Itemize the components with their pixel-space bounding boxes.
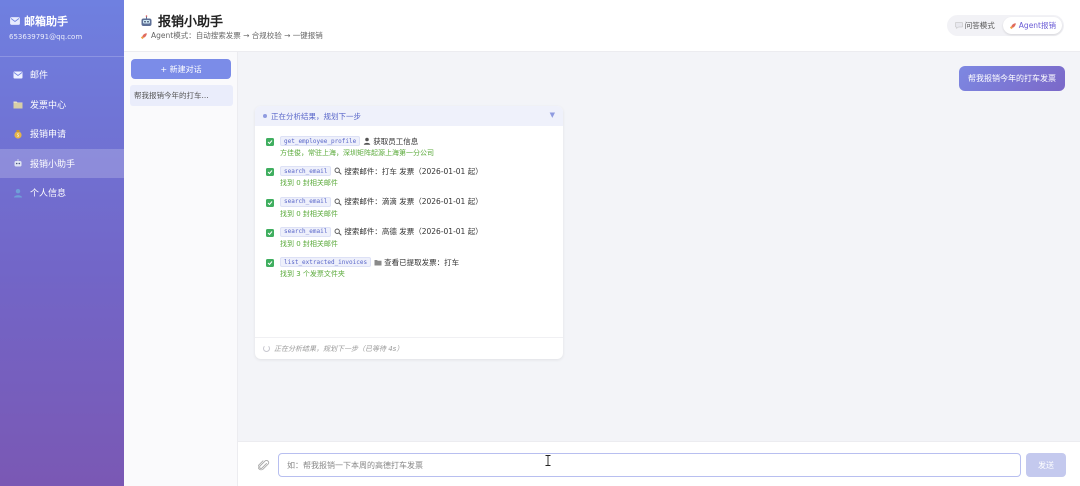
conversation-list: + 新建对话 帮我报销今年的打车... bbox=[124, 52, 238, 486]
sidebar-item-profile[interactable]: 个人信息 bbox=[0, 178, 124, 208]
tool-name-tag: search_email bbox=[280, 226, 332, 237]
robot-icon bbox=[12, 158, 23, 169]
page-subtitle-text: Agent模式：自动搜索发票 → 合规校验 → 一键报销 bbox=[151, 31, 323, 40]
input-bar: 发送 bbox=[238, 441, 1080, 486]
mode-toggle: 问答模式 Agent报销 bbox=[946, 15, 1064, 36]
brand: 邮箱助手 653639791@qq.com bbox=[0, 0, 124, 41]
agent-step: get_employee_profile 获取员工信息 方佳俊，常驻上海，深圳矩… bbox=[255, 135, 563, 165]
step-description: 查看已提取发票：打车 bbox=[374, 257, 459, 268]
chat-bubble-icon bbox=[955, 22, 963, 29]
tool-name-tag: list_extracted_invoices bbox=[280, 257, 372, 268]
agent-step: search_email 搜索邮件：滴滴 发票（2026-01-01 起） 找到… bbox=[255, 196, 563, 226]
step-description-text: 获取员工信息 bbox=[373, 136, 419, 146]
user-message: 帮我报销今年的打车发票 bbox=[959, 66, 1065, 91]
search-icon bbox=[334, 228, 343, 236]
paperclip-icon[interactable] bbox=[257, 460, 270, 472]
step-description: 获取员工信息 bbox=[363, 136, 418, 147]
qa-mode-label: 问答模式 bbox=[964, 21, 995, 30]
checkbox-checked-icon bbox=[266, 259, 274, 268]
rocket-icon bbox=[1009, 22, 1017, 30]
text-cursor-icon bbox=[545, 455, 551, 466]
user-icon bbox=[363, 137, 371, 145]
step-description-text: 搜索邮件：滴滴 发票（2026-01-01 起） bbox=[344, 197, 483, 207]
brand-title: 邮箱助手 bbox=[9, 13, 115, 29]
step-description-text: 搜索邮件：高德 发票（2026-01-01 起） bbox=[344, 227, 483, 237]
agent-waiting-text: 正在分析结果，规划下一步（已等待 4s） bbox=[274, 344, 404, 353]
sidebar-item-label: 邮件 bbox=[30, 71, 49, 82]
tool-name-tag: search_email bbox=[280, 196, 332, 207]
sidebar-nav: 邮件 发票中心 $ 报销申请 报销小助手 个人信息 bbox=[0, 60, 124, 208]
agent-card-footer: 正在分析结果，规划下一步（已等待 4s） bbox=[255, 337, 563, 359]
checkbox-checked-icon bbox=[266, 228, 274, 237]
step-description: 搜索邮件：滴滴 发票（2026-01-01 起） bbox=[334, 196, 483, 207]
sidebar-item-reimbursement[interactable]: $ 报销申请 bbox=[0, 119, 124, 149]
page-title-text: 报销小助手 bbox=[158, 15, 224, 30]
tool-name-tag: get_employee_profile bbox=[280, 136, 361, 146]
loading-spinner-icon bbox=[263, 345, 270, 352]
page-subtitle: Agent模式：自动搜索发票 → 合规校验 → 一键报销 bbox=[140, 30, 323, 41]
agent-progress-card: 正在分析结果，规划下一步 ▼ get_employee_profile 获取员工… bbox=[255, 106, 563, 359]
step-result: 找到 0 封相关邮件 bbox=[280, 179, 338, 188]
status-dot bbox=[263, 114, 267, 118]
money-bag-icon: $ bbox=[12, 128, 23, 139]
sidebar-item-label: 发票中心 bbox=[30, 100, 67, 111]
agent-step: list_extracted_invoices 查看已提取发票：打车 找到 3 … bbox=[255, 256, 563, 286]
folder-icon bbox=[12, 99, 23, 110]
brand-name: 邮箱助手 bbox=[24, 15, 68, 28]
chat-area: 帮我报销今年的打车发票 正在分析结果，规划下一步 ▼ get_employee_… bbox=[238, 52, 1080, 441]
search-icon bbox=[334, 198, 343, 206]
send-button[interactable]: 发送 bbox=[1026, 453, 1066, 477]
agent-step: search_email 搜索邮件：打车 发票（2026-01-01 起） 找到… bbox=[255, 165, 563, 195]
svg-text:$: $ bbox=[16, 132, 19, 137]
page-title: 报销小助手 bbox=[140, 11, 223, 30]
mail-icon bbox=[9, 16, 20, 27]
step-description: 搜索邮件：打车 发票（2026-01-01 起） bbox=[334, 166, 483, 177]
step-description-text: 搜索邮件：打车 发票（2026-01-01 起） bbox=[344, 166, 483, 176]
conversation-item[interactable]: 帮我报销今年的打车... bbox=[130, 85, 233, 106]
step-result: 找到 3 个发票文件夹 bbox=[280, 270, 345, 279]
step-result: 方佳俊，常驻上海，深圳矩阵起源上海第一分公司 bbox=[280, 149, 434, 157]
checkbox-checked-icon bbox=[266, 198, 274, 207]
collapse-caret-icon: ▼ bbox=[549, 111, 555, 119]
sidebar-item-mail[interactable]: 邮件 bbox=[0, 60, 124, 90]
checkbox-checked-icon bbox=[266, 168, 274, 177]
qa-mode-button[interactable]: 问答模式 bbox=[949, 17, 1001, 34]
checkbox-checked-icon bbox=[266, 138, 274, 146]
agent-mode-label: Agent报销 bbox=[1018, 21, 1056, 30]
page-header: 报销小助手 Agent模式：自动搜索发票 → 合规校验 → 一键报销 问答模式 … bbox=[124, 0, 1080, 52]
sidebar-item-label: 报销小助手 bbox=[30, 159, 76, 170]
step-description-text: 查看已提取发票：打车 bbox=[384, 257, 460, 267]
agent-card-header-text: 正在分析结果，规划下一步 bbox=[271, 111, 361, 121]
agent-card-header[interactable]: 正在分析结果，规划下一步 ▼ bbox=[255, 106, 563, 126]
step-result: 找到 0 封相关邮件 bbox=[280, 209, 338, 218]
sidebar-item-assistant[interactable]: 报销小助手 bbox=[0, 148, 124, 178]
sidebar-item-invoice-center[interactable]: 发票中心 bbox=[0, 90, 124, 120]
mail-icon bbox=[12, 69, 23, 80]
step-result: 找到 0 封相关邮件 bbox=[280, 239, 338, 248]
new-conversation-button[interactable]: + 新建对话 bbox=[131, 59, 231, 79]
rocket-icon bbox=[140, 32, 148, 40]
sidebar: 邮箱助手 653639791@qq.com 邮件 发票中心 $ 报销申请 报销小… bbox=[0, 0, 124, 486]
search-icon bbox=[334, 167, 343, 175]
sidebar-item-label: 报销申请 bbox=[30, 130, 67, 141]
sidebar-divider bbox=[0, 56, 124, 57]
tool-name-tag: search_email bbox=[280, 166, 332, 177]
sidebar-item-label: 个人信息 bbox=[30, 189, 67, 200]
folder-icon bbox=[374, 258, 382, 266]
agent-mode-button[interactable]: Agent报销 bbox=[1002, 17, 1062, 34]
robot-icon bbox=[140, 14, 153, 27]
user-email: 653639791@qq.com bbox=[9, 33, 83, 41]
agent-steps: get_employee_profile 获取员工信息 方佳俊，常驻上海，深圳矩… bbox=[255, 126, 563, 286]
agent-step: search_email 搜索邮件：高德 发票（2026-01-01 起） 找到… bbox=[255, 226, 563, 256]
step-description: 搜索邮件：高德 发票（2026-01-01 起） bbox=[334, 226, 483, 237]
chat-input[interactable] bbox=[278, 453, 1021, 477]
user-icon bbox=[12, 187, 23, 198]
